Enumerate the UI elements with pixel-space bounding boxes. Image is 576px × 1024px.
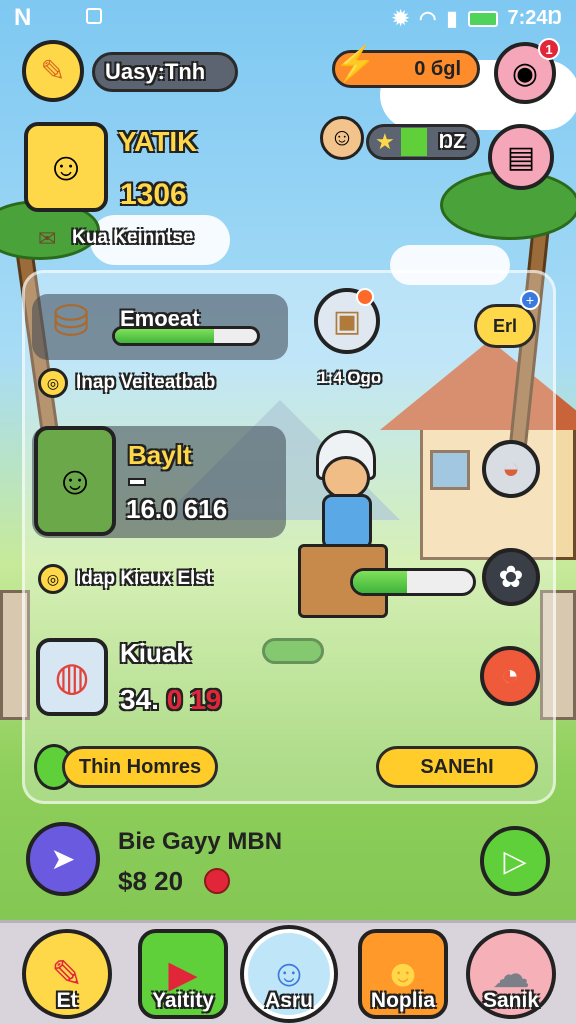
right-action-label: SANEhI (420, 755, 494, 778)
status-bar: N ✹ ◠ ▮ 7:24Ŋ (0, 0, 576, 34)
edit-pencil-button[interactable]: ✎ (22, 40, 84, 102)
center-progress-fill (353, 571, 407, 593)
chat-button[interactable]: ◔ (480, 646, 540, 706)
play-icon: ▷ (503, 844, 527, 878)
paper-plane-button[interactable]: ➤ (26, 822, 100, 896)
phone-icon: ▤ (506, 140, 536, 174)
task-2-caption: Idap Kieux Elst (76, 568, 213, 589)
tag-label: Erl (492, 315, 517, 336)
plus-badge-icon: + (520, 290, 540, 310)
nav-label-5: Sanik (482, 989, 540, 1012)
face-icon: ☺ (329, 124, 355, 151)
status-icons: ✹ ◠ ▮ 7:24Ŋ (392, 6, 562, 31)
notification-badge: 1 (538, 38, 560, 60)
task-2-mini-bar (128, 478, 146, 486)
backpack-icon: ◍ (54, 655, 90, 699)
notification-icon (86, 8, 102, 24)
profile-subtitle: Kua Keinntse (72, 227, 194, 248)
food-bowl-button[interactable]: ◒ (482, 440, 540, 498)
star-icon: ★ (375, 129, 395, 154)
ruby-gem-icon (204, 868, 230, 894)
bottom-nav: ✎ Et ▶ Yaitity ☺ Asru ☻ Noplia ☁ Sanik (0, 920, 576, 1024)
chest-caption: 1:4 Ogo (318, 368, 382, 387)
status-letter: N (14, 4, 32, 31)
left-action-label: Thin Homres (78, 755, 202, 778)
signal-icon: ▮ (446, 8, 458, 30)
task-3-icon[interactable]: ◍ (36, 638, 108, 716)
chat-bubble-icon: ◔ (500, 659, 520, 692)
promo-title: Bie Gayy MBN (118, 828, 283, 855)
task-1-progress-fill (115, 329, 215, 343)
status-time: 7:24Ŋ (507, 7, 563, 29)
friend-avatar[interactable]: ☺ (320, 116, 364, 160)
star-pill[interactable]: ★ ŊZ (366, 124, 480, 160)
settings-sun-icon: ✹ (392, 8, 410, 30)
bowl-icon: ◒ (501, 452, 521, 485)
nav-label-3: Asru (265, 989, 313, 1012)
phone-button[interactable]: ▤ (488, 124, 554, 190)
task-1-caption: Inap Veiteatbab (76, 372, 216, 393)
task-3-title: Kiuak (120, 638, 191, 668)
speech-bubble-icon: ◉ (511, 56, 539, 90)
boy-face-icon: ☺ (54, 458, 96, 503)
task-2-title: Baylt (128, 440, 192, 470)
chest-icon: ▣ (332, 304, 362, 338)
task-1-progress-bar (112, 326, 260, 346)
pencil-icon: ✎ (40, 54, 66, 88)
star-progress-fill (400, 128, 427, 156)
center-progress-bar (350, 568, 476, 596)
coin-icon: ◎ (38, 564, 68, 594)
right-action-button[interactable]: SANEhI (376, 746, 538, 788)
nav-label-4: Noplia (370, 989, 436, 1012)
energy-value: 0 бgl (414, 57, 461, 80)
nav-label-2: Yaitity (152, 989, 214, 1012)
left-action-button[interactable]: Thin Homres (62, 746, 218, 788)
player-name: YATIK (118, 126, 198, 157)
username: Uasy:Tnh (105, 59, 206, 84)
task-3-stat-white: 34. (120, 684, 159, 715)
username-pill[interactable]: Uasy:Tnh (92, 52, 238, 92)
task-3-stat-red: 0 19 (166, 684, 222, 715)
panda-button[interactable]: ✿ (482, 548, 540, 606)
basket-icon: ⛁ (52, 296, 90, 346)
villager-body[interactable] (322, 494, 372, 550)
lightning-gem-icon: ⚡ (334, 45, 377, 83)
promo-value: $8 20 (118, 866, 184, 896)
alert-dot-icon (356, 288, 374, 306)
battery-icon (467, 10, 498, 27)
nav-label-1: Et (56, 989, 78, 1012)
player-score: 1306 (120, 178, 187, 211)
child-face-icon: ☺ (45, 144, 87, 189)
wifi-icon: ◠ (419, 8, 437, 30)
tag-button[interactable]: Erl (474, 304, 536, 348)
star-value: ŊZ (438, 130, 466, 153)
task-2-stat: 16.0 616 (126, 494, 228, 524)
coin-icon: ◎ (38, 368, 68, 398)
task-2-avatar: ☺ (34, 426, 116, 536)
paper-plane-icon: ➤ (50, 842, 76, 876)
panda-icon: ✿ (498, 560, 524, 594)
player-avatar[interactable]: ☺ (24, 122, 108, 212)
envelope-icon: ✉ (38, 226, 57, 251)
task-3-stat: 34. 0 19 (120, 684, 221, 716)
play-button[interactable]: ▷ (480, 826, 550, 896)
